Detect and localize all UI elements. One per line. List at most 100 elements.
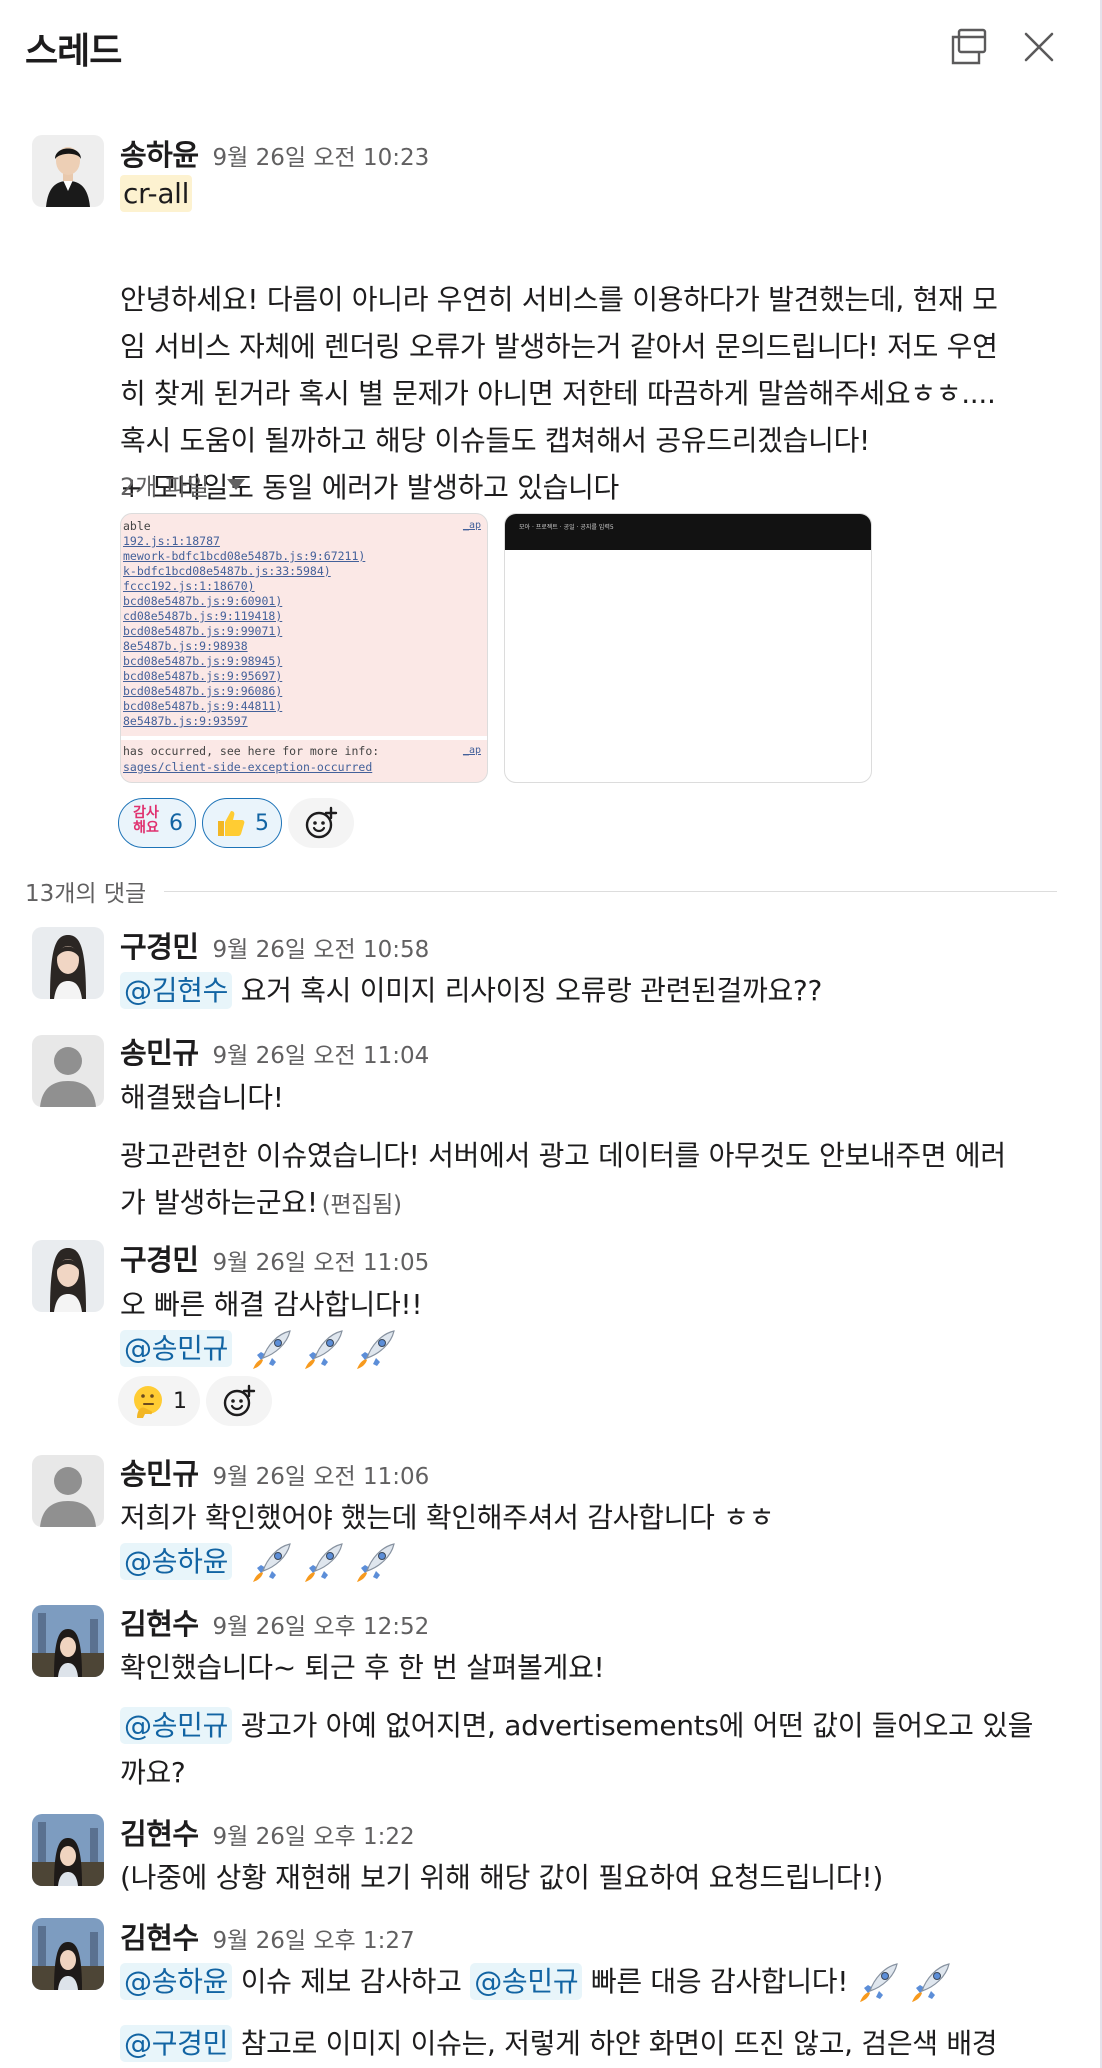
message-line: 임 서비스 자체에 렌더링 오류가 발생하는거 같아서 문의드립니다! 저도 우…	[120, 330, 998, 363]
author-name[interactable]: 김현수	[120, 1601, 199, 1643]
avatar[interactable]	[32, 1605, 104, 1677]
author-name[interactable]: 송하윤	[120, 132, 199, 174]
reply-count-divider: 13개의 댓글	[25, 874, 1057, 908]
author-name[interactable]: 김현수	[120, 1811, 199, 1853]
files-toggle[interactable]: 2개 파일	[120, 467, 246, 502]
author-name[interactable]: 송민규	[120, 1030, 199, 1072]
person-photo-icon	[32, 1605, 104, 1677]
message-line: 오 빠른 해결 감사합니다!!	[120, 1288, 423, 1321]
file-thumbnail-blank[interactable]: 모아 · 프로젝트 · 공일 · 공지를 입력5	[504, 513, 872, 783]
reaction-bar: 감사 해요 6 5	[118, 798, 354, 848]
thread-title: 스레드	[25, 31, 122, 72]
error-link: _ap	[462, 745, 481, 756]
author-name[interactable]: 구경민	[120, 924, 199, 966]
person-photo-icon	[32, 1240, 104, 1312]
error-stack-text: able 192.js:1:18787 mework-bdfc1bcd08e54…	[123, 519, 366, 728]
avatar[interactable]	[32, 1035, 104, 1107]
message-line: 까요?	[120, 1756, 186, 1789]
timestamp[interactable]: 9월 26일 오후 12:52	[213, 1607, 430, 1641]
message-line: @김현수 요거 혹시 이미지 리사이징 오류랑 관련된걸까요??	[120, 969, 822, 1009]
message-line: @구경민 참고로 이미지 이슈는, 저렇게 하얀 화면이 뜨진 않고, 검은색 …	[120, 2022, 998, 2062]
message-line: 저희가 확인했어야 했는데 확인해주셔서 감사합니다 ㅎㅎ	[120, 1501, 775, 1534]
message-line: @송하윤 이슈 제보 감사하고 @송민규 빠른 대응 감사합니다!	[120, 1960, 952, 2005]
thinking-face-icon	[134, 1386, 162, 1418]
error-footer: has occurred, see here for more info: sa…	[123, 744, 380, 774]
reaction-count: 5	[255, 810, 269, 836]
rocket-emoji-icon	[304, 1543, 343, 1582]
user-mention[interactable]: @구경민	[120, 2025, 233, 2062]
person-photo-icon	[32, 135, 104, 207]
reaction-thinking[interactable]: 1	[118, 1376, 200, 1426]
timestamp[interactable]: 9월 26일 오전 11:06	[213, 1457, 430, 1491]
message-line: 가 발생하는군요! (편집됨)	[120, 1186, 402, 1219]
user-mention[interactable]: @송민규	[470, 1963, 583, 2000]
message-line: 확인했습니다~ 퇴근 후 한 번 살펴볼게요!	[120, 1651, 605, 1684]
default-avatar-icon	[32, 1455, 104, 1527]
avatar[interactable]	[32, 135, 104, 207]
reply-count: 13개의 댓글	[25, 881, 147, 907]
avatar[interactable]	[32, 1240, 104, 1312]
author-name[interactable]: 구경민	[120, 1237, 199, 1279]
timestamp[interactable]: 9월 26일 오후 1:22	[213, 1817, 415, 1851]
rocket-emoji-icon	[356, 1543, 395, 1582]
avatar[interactable]	[32, 1918, 104, 1990]
thumbs-up-icon	[218, 811, 245, 836]
author-name[interactable]: 송민규	[120, 1451, 199, 1493]
rocket-emoji-icon	[356, 1330, 395, 1369]
thread-panel: 스레드 송하윤 9월 26일 오전 10:23 cr-all 안녕하세요! 다름…	[0, 0, 1102, 2068]
add-reaction-button[interactable]	[206, 1376, 272, 1426]
message-header: 김현수 9월 26일 오후 12:52	[120, 1601, 429, 1643]
message-line: 광고관련한 이슈였습니다! 서버에서 광고 데이터를 아무것도 안보내주면 에러	[120, 1139, 1006, 1172]
rocket-emoji-icon	[912, 1963, 950, 2002]
timestamp[interactable]: 9월 26일 오전 11:04	[213, 1036, 430, 1070]
message-line: @송하윤	[120, 1540, 397, 1585]
message-header: 송민규 9월 26일 오전 11:04	[120, 1030, 429, 1072]
timestamp[interactable]: 9월 26일 오후 1:27	[213, 1921, 415, 1955]
rocket-emoji-icon	[252, 1543, 291, 1582]
message-header: 송하윤 9월 26일 오전 10:23	[120, 132, 429, 174]
message-line: 혹시 도움이 될까하고 해당 이슈들도 캡쳐해서 공유드리겠습니다!	[120, 424, 870, 457]
reaction-kamsa[interactable]: 감사 해요 6	[118, 798, 196, 848]
timestamp[interactable]: 9월 26일 오전 10:58	[213, 930, 430, 964]
message-header: 김현수 9월 26일 오후 1:22	[120, 1811, 415, 1853]
author-name[interactable]: 김현수	[120, 1915, 199, 1957]
file-thumbnail-error[interactable]: able 192.js:1:18787 mework-bdfc1bcd08e54…	[120, 513, 488, 783]
person-photo-icon	[32, 927, 104, 999]
user-mention[interactable]: @송하윤	[120, 1963, 233, 2000]
default-avatar-icon	[32, 1035, 104, 1107]
reaction-bar: 1	[118, 1376, 272, 1426]
reaction-count: 6	[169, 810, 183, 836]
caret-down-icon	[227, 479, 246, 490]
files-label: 2개 파일	[120, 473, 210, 501]
screenshot-nav-bar: 모아 · 프로젝트 · 공일 · 공지를 입력5	[505, 514, 871, 550]
add-emoji-icon	[223, 1384, 256, 1417]
timestamp[interactable]: 9월 26일 오전 10:23	[213, 138, 430, 172]
thread-header: 스레드	[0, 0, 1100, 96]
message-line: cr-all	[120, 175, 193, 212]
kamsa-emoji-icon: 감사 해요	[133, 805, 159, 836]
edited-label: (편집됨)	[321, 1192, 402, 1218]
person-photo-icon	[32, 1814, 104, 1886]
avatar[interactable]	[32, 927, 104, 999]
person-photo-icon	[32, 1918, 104, 1990]
message-line: 해결됐습니다!	[120, 1081, 284, 1114]
add-reaction-button[interactable]	[288, 798, 354, 848]
close-button[interactable]	[1016, 24, 1062, 70]
message-line: (나중에 상황 재현해 보기 위해 해당 값이 필요하여 요청드립니다!)	[120, 1861, 883, 1894]
message-line: 히 찾게 된거라 혹시 별 문제가 아니면 저한테 따끔하게 말씀해주세요ㅎㅎ.…	[120, 377, 996, 410]
message-header: 구경민 9월 26일 오전 10:58	[120, 924, 429, 966]
reaction-thumbs-up[interactable]: 5	[202, 798, 282, 848]
rocket-emoji-icon	[860, 1963, 898, 2002]
user-mention[interactable]: @송민규	[120, 1330, 233, 1367]
timestamp[interactable]: 9월 26일 오전 11:05	[213, 1243, 430, 1277]
popout-button[interactable]	[946, 24, 992, 70]
user-mention[interactable]: @송민규	[120, 1707, 233, 1744]
avatar[interactable]	[32, 1455, 104, 1527]
user-mention[interactable]: @김현수	[120, 972, 233, 1009]
message-line: 안녕하세요! 다름이 아니라 우연히 서비스를 이용하다가 발견했는데, 현재 …	[120, 283, 998, 316]
message-header: 김현수 9월 26일 오후 1:27	[120, 1915, 415, 1957]
user-mention[interactable]: @송하윤	[120, 1543, 233, 1580]
add-emoji-icon	[305, 806, 338, 839]
message-header: 송민규 9월 26일 오전 11:06	[120, 1451, 429, 1493]
avatar[interactable]	[32, 1814, 104, 1886]
